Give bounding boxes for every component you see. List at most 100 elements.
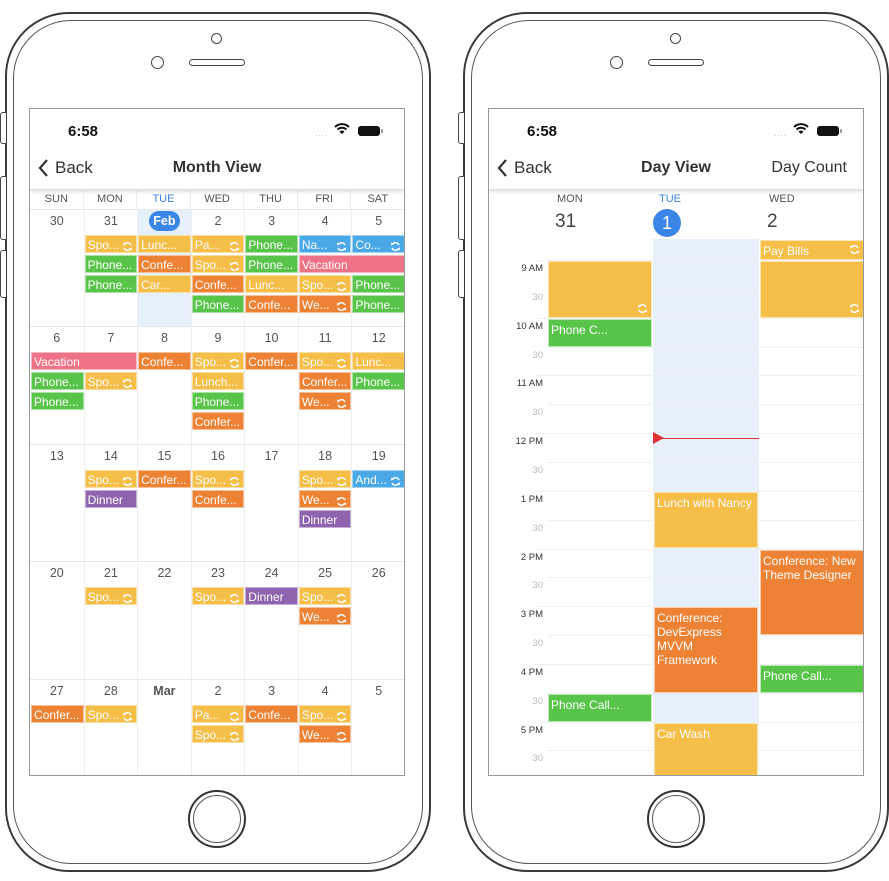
appointment[interactable]: Lunch... [191,372,245,390]
appointment[interactable]: Lunc... [352,352,404,370]
appointment[interactable]: Phone... [245,235,298,253]
day-cell[interactable]: 5 [351,680,404,775]
appointment[interactable]: Spo... [84,372,138,390]
appointment[interactable]: Pa... [191,235,245,253]
day-cell[interactable]: 10 [244,327,298,444]
appointment[interactable]: Spo... [191,725,245,743]
appointment[interactable]: Phone... [245,255,298,273]
appointment[interactable]: Spo... [298,587,352,605]
appointment[interactable]: Phone... [191,295,245,313]
appointment[interactable]: Spo... [84,470,138,488]
appointment[interactable]: Spo... [298,275,352,293]
appointment[interactable]: Confer... [245,352,298,370]
appointment[interactable]: Confer... [31,705,84,723]
day-cell[interactable]: 24 [244,562,298,679]
appointment[interactable]: Spo... [298,470,352,488]
appointment[interactable]: Confer... [191,412,245,430]
day-cell[interactable]: 22 [137,562,191,679]
appointment[interactable]: Spo... [298,705,352,723]
appointment[interactable]: And... [352,470,404,488]
day-cell[interactable]: Mar [137,680,191,775]
day-cell[interactable]: 19 [351,445,404,561]
back-button[interactable]: Back [38,158,93,178]
day-cell[interactable]: 26 [351,562,404,679]
appointment[interactable] [760,261,863,318]
day-cell[interactable]: 20 [30,562,84,679]
day-cell[interactable]: 23 [190,562,245,679]
appointment[interactable]: Phone Call... [760,664,863,693]
appointment-title: Car... [141,278,170,292]
appointment[interactable]: Confe... [138,255,191,273]
volume-down-button [458,250,464,298]
appointment[interactable]: Confer... [298,372,352,390]
day-count-button[interactable]: Day Count [771,159,847,177]
appointment[interactable]: We... [298,392,352,410]
appointment[interactable]: Spo... [298,352,352,370]
appointment[interactable]: Confer... [138,470,191,488]
day-cell[interactable]: 30 [30,210,84,326]
day-cell[interactable]: 27 [30,680,84,775]
home-button[interactable] [647,790,705,848]
appointment[interactable]: Phone... [84,255,138,273]
appointment[interactable]: Confe... [245,295,298,313]
appointment[interactable]: Dinner [298,510,352,528]
appointment[interactable]: Phone... [31,372,84,390]
appointment[interactable]: Pay Bills [760,240,863,260]
appointment[interactable]: Spo... [191,352,245,370]
appointment[interactable]: Pa... [191,705,245,723]
day-cell[interactable]: 28 [83,680,138,775]
appointment[interactable]: Confe... [245,705,298,723]
day-column-header[interactable]: MON 31 [547,190,653,239]
appointment[interactable]: Phone... [352,295,404,313]
appointment[interactable]: Lunc... [138,235,191,253]
appointment[interactable]: Phone Call... [548,693,652,722]
appointment[interactable]: Conference: New Theme Designer [760,549,863,636]
back-button[interactable]: Back [497,158,552,178]
appointment[interactable]: Dinner [245,587,298,605]
appointment[interactable]: Phone... [31,392,84,410]
appointment[interactable]: Vacation [298,255,404,273]
appointment[interactable]: Spo... [84,705,138,723]
day-cell[interactable]: 15 [137,445,191,561]
day-column-header[interactable]: WED 2 [759,190,863,239]
appointment[interactable]: Phone... [352,275,404,293]
appointment[interactable]: We... [298,295,352,313]
appointment[interactable]: Lunch with Nancy [654,491,758,549]
appointment[interactable]: Spo... [191,587,245,605]
appointment[interactable]: Confe... [191,490,245,508]
appointment[interactable]: Phone C... [548,318,652,347]
appointment[interactable]: Phone... [352,372,404,390]
appointment[interactable]: Conference: DevExpress MVVM Framework [654,607,758,693]
day-cell[interactable]: 8 [137,327,191,444]
appointment-title: Pa... [194,708,220,722]
day-column[interactable] [759,239,863,775]
appointment[interactable] [548,261,652,318]
appointment-title: We... [301,728,330,742]
day-number: 3 [245,684,298,698]
appointment[interactable]: Car... [138,275,191,293]
day-cell[interactable]: 3 [244,680,298,775]
appointment[interactable]: Phone... [191,392,245,410]
appointment[interactable]: Dinner [84,490,138,508]
appointment[interactable]: Na... [298,235,352,253]
appointment[interactable]: Spo... [84,235,138,253]
appointment[interactable]: Car Wash [654,722,758,775]
day-cell[interactable]: 17 [244,445,298,561]
time-grid[interactable]: 9 AM 30 10 AM 30 11 AM 30 12 PM 30 1 PM 30 2 PM 30 3… [489,239,863,775]
appointment[interactable]: Confe... [138,352,191,370]
appointment[interactable]: Spo... [191,255,245,273]
appointment[interactable]: We... [298,490,352,508]
day-cell[interactable]: 13 [30,445,84,561]
appointment[interactable]: Lunc... [245,275,298,293]
appointment[interactable]: We... [298,725,352,743]
appointment[interactable]: Spo... [84,587,138,605]
appointment[interactable]: Spo... [191,470,245,488]
appointment[interactable]: We... [298,607,352,625]
home-button[interactable] [188,790,246,848]
appointment[interactable]: Confe... [191,275,245,293]
day-column-header[interactable]: TUE 1 [653,190,759,239]
appointment[interactable]: Co... [352,235,404,253]
appointment[interactable]: Vacation [31,352,138,370]
appointment[interactable]: Phone... [84,275,138,293]
day-cell[interactable]: 21 [83,562,138,679]
